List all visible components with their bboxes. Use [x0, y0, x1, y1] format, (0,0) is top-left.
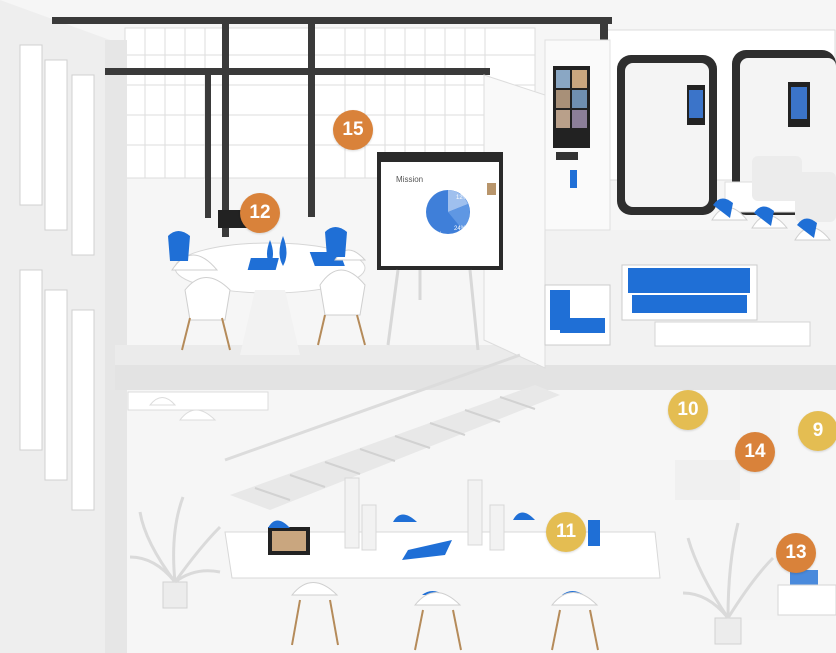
- hotspot-15[interactable]: 15: [333, 110, 373, 150]
- lower-right-column: [740, 390, 780, 620]
- hotspot-13[interactable]: 13: [776, 533, 816, 573]
- hotspot-12[interactable]: 12: [240, 193, 280, 233]
- office-cutaway-illustration: Mission 12% 24% 64% 15 12 10 9 14 11 13: [0, 0, 836, 653]
- presentation-slide-title: Mission: [396, 175, 424, 184]
- pie-slice-label-1: 12%: [456, 195, 469, 201]
- hotspot-11[interactable]: 11: [546, 512, 586, 552]
- office-illustration: [0, 0, 836, 653]
- hotspot-9[interactable]: 9: [798, 411, 836, 451]
- hotspot-10[interactable]: 10: [668, 390, 708, 430]
- hotspot-14[interactable]: 14: [735, 432, 775, 472]
- left-wall: [0, 0, 127, 653]
- pie-slice-label-3: 64%: [430, 232, 443, 238]
- pie-slice-label-2: 24%: [454, 226, 467, 232]
